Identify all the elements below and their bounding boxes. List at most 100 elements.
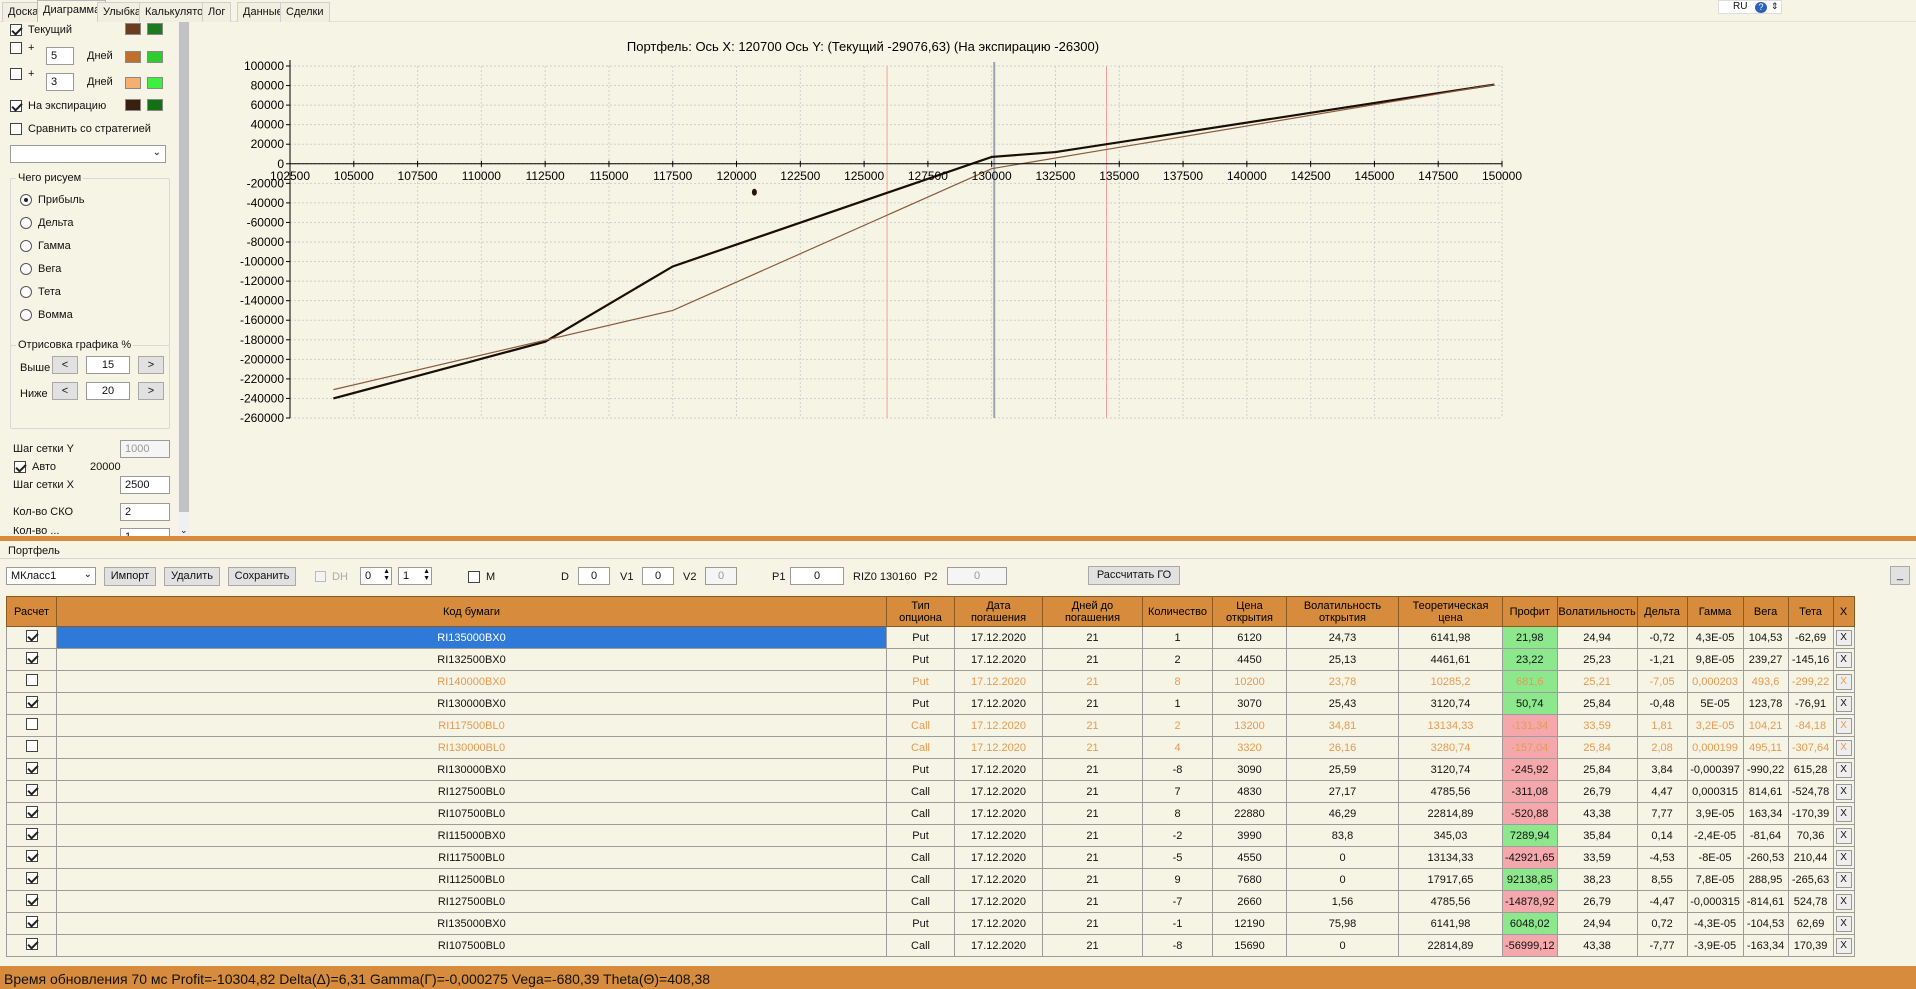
- remove-row-button[interactable]: X: [1835, 937, 1852, 954]
- row-calc-checkbox[interactable]: [25, 938, 38, 950]
- days2-color-a[interactable]: [125, 77, 141, 89]
- remove-row-button[interactable]: X: [1835, 893, 1852, 910]
- table-row[interactable]: RI130000BX0 Put 17.12.2020 21 1 3070 25,43 3120…: [6, 692, 1855, 715]
- remove-row-button[interactable]: X: [1835, 629, 1852, 646]
- row-calc-checkbox[interactable]: [25, 850, 38, 862]
- radio-profit[interactable]: Прибыль: [20, 192, 85, 208]
- row-calc-checkbox[interactable]: [25, 762, 38, 774]
- remove-row-button[interactable]: X: [1835, 827, 1852, 844]
- current-color-a[interactable]: [125, 23, 141, 35]
- splitter[interactable]: [0, 536, 1916, 541]
- language-selector[interactable]: RU ? ⇕: [1718, 0, 1782, 14]
- row-calc-checkbox[interactable]: [25, 718, 38, 730]
- remove-row-button[interactable]: X: [1835, 805, 1852, 822]
- sko-input[interactable]: 2: [120, 503, 170, 521]
- radio-vega[interactable]: Вега: [20, 261, 61, 277]
- column-header[interactable]: Профит: [1502, 596, 1558, 627]
- below-increase-button[interactable]: >: [138, 382, 164, 400]
- table-row[interactable]: RI112500BL0 Call 17.12.2020 21 9 7680 0 17917,6…: [6, 868, 1855, 891]
- table-row[interactable]: RI130000BX0 Put 17.12.2020 21 -8 3090 25,59 312…: [6, 758, 1855, 781]
- column-header[interactable]: Тип опциона: [886, 596, 955, 627]
- table-row[interactable]: RI127500BL0 Call 17.12.2020 21 -7 2660 1,56 478…: [6, 890, 1855, 913]
- column-header[interactable]: Дельта: [1636, 596, 1688, 627]
- row-calc-checkbox[interactable]: [25, 784, 38, 796]
- column-header[interactable]: Дата погашения: [954, 596, 1043, 627]
- column-header[interactable]: Гамма: [1686, 596, 1744, 627]
- row-calc-checkbox[interactable]: [25, 674, 38, 686]
- row-calc-checkbox[interactable]: [25, 696, 38, 708]
- class-select[interactable]: МКласс1 ⌄: [6, 567, 96, 585]
- calc-go-button[interactable]: Рассчитать ГО: [1088, 566, 1180, 585]
- remove-row-button[interactable]: X: [1835, 651, 1852, 668]
- remove-row-button[interactable]: X: [1835, 915, 1852, 932]
- p2-input[interactable]: 0: [947, 567, 1007, 585]
- expiry-color-b[interactable]: [147, 99, 163, 111]
- compare-checkbox[interactable]: [10, 123, 22, 135]
- d-input[interactable]: 0: [578, 567, 610, 585]
- row-calc-checkbox[interactable]: [25, 652, 38, 664]
- column-header[interactable]: Расчет: [6, 596, 57, 627]
- help-icon[interactable]: ?: [1755, 2, 1767, 13]
- days1-input[interactable]: 5: [46, 47, 74, 65]
- remove-row-button[interactable]: X: [1835, 849, 1852, 866]
- column-header[interactable]: Код бумаги: [56, 596, 887, 627]
- radio-gamma[interactable]: Гамма: [20, 238, 71, 254]
- tab-log[interactable]: Лог: [202, 2, 232, 22]
- scrollbar-thumb[interactable]: [179, 22, 189, 512]
- column-header[interactable]: Количество: [1142, 596, 1213, 627]
- current-color-b[interactable]: [147, 23, 163, 35]
- left-panel-scrollbar[interactable]: ⌄: [178, 22, 190, 536]
- row-calc-checkbox[interactable]: [25, 872, 38, 884]
- column-header[interactable]: Цена открытия: [1212, 596, 1287, 627]
- column-header[interactable]: X: [1832, 596, 1855, 627]
- expiry-color-a[interactable]: [125, 99, 141, 111]
- table-row[interactable]: RI135000BX0 Put 17.12.2020 21 1 6120 24,73 6141…: [6, 626, 1855, 649]
- tab-deals[interactable]: Сделки: [280, 2, 330, 22]
- table-row[interactable]: RI117500BL0 Call 17.12.2020 21 -5 4550 0 13134,…: [6, 846, 1855, 869]
- above-increase-button[interactable]: >: [138, 356, 164, 374]
- import-button[interactable]: Импорт: [104, 567, 156, 586]
- days2-input[interactable]: 3: [46, 73, 74, 91]
- column-header[interactable]: Дней до погашения: [1042, 596, 1143, 627]
- dh-spinner-2[interactable]: 1 ▲ ▼: [398, 567, 432, 585]
- row-calc-checkbox[interactable]: [25, 828, 38, 840]
- remove-row-button[interactable]: X: [1835, 783, 1852, 800]
- profit-chart[interactable]: Портфель: Ось X: 120700 Ось Y: (Текущий …: [190, 22, 1916, 536]
- collapse-button[interactable]: _: [1890, 566, 1910, 585]
- m-checkbox[interactable]: [468, 571, 480, 583]
- days2-color-b[interactable]: [147, 77, 163, 89]
- days1-color-a[interactable]: [125, 51, 141, 63]
- table-row[interactable]: RI130000BL0 Call 17.12.2020 21 4 3320 26,16 328…: [6, 736, 1855, 759]
- column-header[interactable]: Вега: [1742, 596, 1789, 627]
- partial-input[interactable]: 1: [120, 528, 170, 536]
- remove-row-button[interactable]: X: [1835, 695, 1852, 712]
- delete-button[interactable]: Удалить: [164, 567, 220, 586]
- radio-delta[interactable]: Дельта: [20, 215, 74, 231]
- table-row[interactable]: RI115000BX0 Put 17.12.2020 21 -2 3990 83,8 345,…: [6, 824, 1855, 847]
- column-header[interactable]: Волатильность открытия: [1286, 596, 1399, 627]
- row-calc-checkbox[interactable]: [25, 806, 38, 818]
- remove-row-button[interactable]: X: [1835, 717, 1852, 734]
- below-input[interactable]: 20: [86, 382, 130, 400]
- table-row[interactable]: RI135000BX0 Put 17.12.2020 21 -1 12190 75,98 61…: [6, 912, 1855, 935]
- table-row[interactable]: RI117500BL0 Call 17.12.2020 21 2 13200 34,81 13…: [6, 714, 1855, 737]
- chevron-down-icon[interactable]: ⌄: [180, 525, 188, 536]
- table-row[interactable]: RI127500BL0 Call 17.12.2020 21 7 4830 27,17 478…: [6, 780, 1855, 803]
- current-checkbox[interactable]: [10, 24, 22, 36]
- radio-theta[interactable]: Тета: [20, 284, 61, 300]
- remove-row-button[interactable]: X: [1835, 761, 1852, 778]
- days1-checkbox[interactable]: [10, 42, 22, 54]
- grid-y-input[interactable]: 1000: [120, 440, 170, 458]
- radio-vomma[interactable]: Вомма: [20, 307, 73, 323]
- p1-input[interactable]: 0: [790, 567, 844, 585]
- dh-spinner-1[interactable]: 0 ▲ ▼: [360, 567, 392, 585]
- table-row[interactable]: RI107500BL0 Call 17.12.2020 21 -8 15690 0 22814…: [6, 934, 1855, 957]
- save-button[interactable]: Сохранить: [228, 567, 296, 586]
- below-decrease-button[interactable]: <: [52, 382, 78, 400]
- above-decrease-button[interactable]: <: [52, 356, 78, 374]
- v1-input[interactable]: 0: [642, 567, 674, 585]
- days2-checkbox[interactable]: [10, 68, 22, 80]
- column-header[interactable]: Теоретическая цена: [1398, 596, 1503, 627]
- row-calc-checkbox[interactable]: [25, 740, 38, 752]
- remove-row-button[interactable]: X: [1835, 739, 1852, 756]
